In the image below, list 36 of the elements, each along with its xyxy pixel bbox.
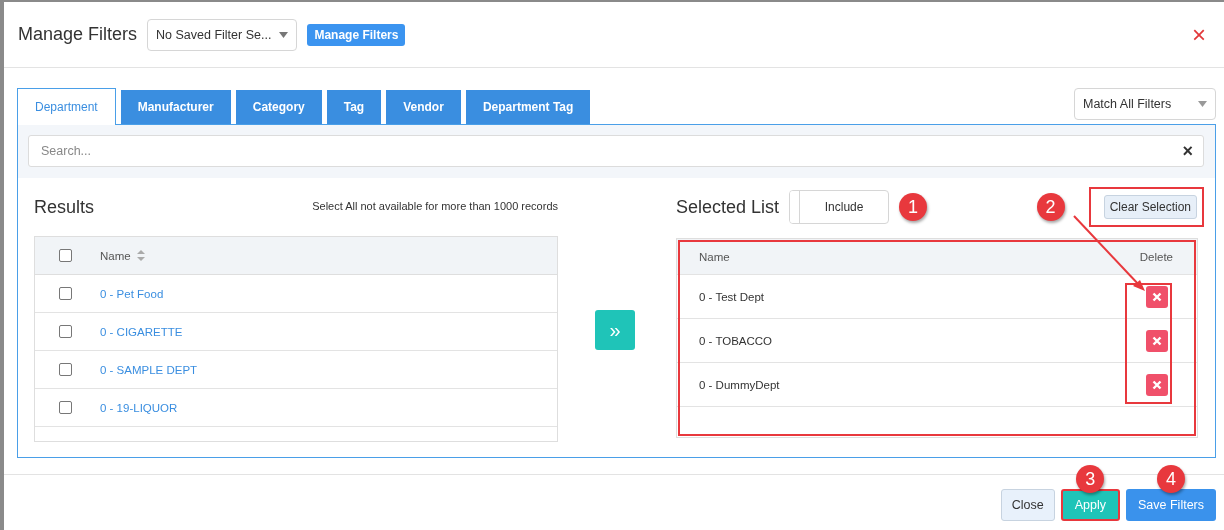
results-title: Results (34, 196, 95, 218)
filter-tab[interactable]: Department Tag (465, 90, 591, 124)
apply-button[interactable]: Apply (1060, 489, 1120, 521)
include-toggle[interactable]: Include (789, 190, 890, 224)
search-field[interactable]: Search... × (28, 135, 1204, 167)
selected-list-title: Selected List (676, 196, 780, 218)
move-right-button[interactable]: » (595, 310, 635, 350)
selected-item-name: 0 - Test Dept (699, 290, 764, 303)
select-all-note: Select All not available for more than 1000 records (312, 200, 558, 212)
save-filters-button[interactable]: Save Filters (1126, 489, 1216, 521)
match-mode-dropdown[interactable]: Match All Filters (1074, 88, 1216, 120)
department-link[interactable]: 0 - 19-LIQUOR (100, 401, 178, 414)
callout-badge: 3 (1076, 465, 1105, 493)
close-button[interactable]: Close (1000, 489, 1055, 521)
department-link[interactable]: 0 - Pet Food (100, 287, 164, 300)
filter-tab[interactable]: Vendor (386, 90, 461, 124)
department-link[interactable]: 0 - CIGARETTE (100, 325, 183, 338)
saved-filter-dropdown[interactable]: No Saved Filter Se... (147, 18, 298, 51)
selected-item-name: 0 - DummyDept (699, 378, 780, 391)
column-header: Name (699, 250, 730, 263)
department-link[interactable]: 0 - SAMPLE DEPT (100, 363, 198, 376)
dialog-title: Manage Filters (18, 24, 138, 45)
filter-tab[interactable]: Department (17, 88, 116, 125)
callout-badge: 2 (1036, 193, 1065, 221)
close-button[interactable]: × (1188, 22, 1210, 47)
filter-tab[interactable]: Tag (326, 90, 382, 124)
filter-tab[interactable]: Manufacturer (120, 90, 231, 124)
clear-selection-button[interactable]: Clear Selection (1103, 195, 1197, 219)
selected-item-name: 0 - TOBACCO (699, 334, 773, 347)
clear-search-button[interactable]: × (1182, 140, 1193, 162)
column-header: Delete (1139, 250, 1173, 263)
callout-badge: 1 (899, 193, 928, 221)
manage-filters-button[interactable]: Manage Filters (307, 23, 406, 46)
column-header[interactable]: Name (100, 249, 131, 262)
callout-badge: 4 (1157, 465, 1185, 493)
filter-tab[interactable]: Category (235, 90, 322, 124)
